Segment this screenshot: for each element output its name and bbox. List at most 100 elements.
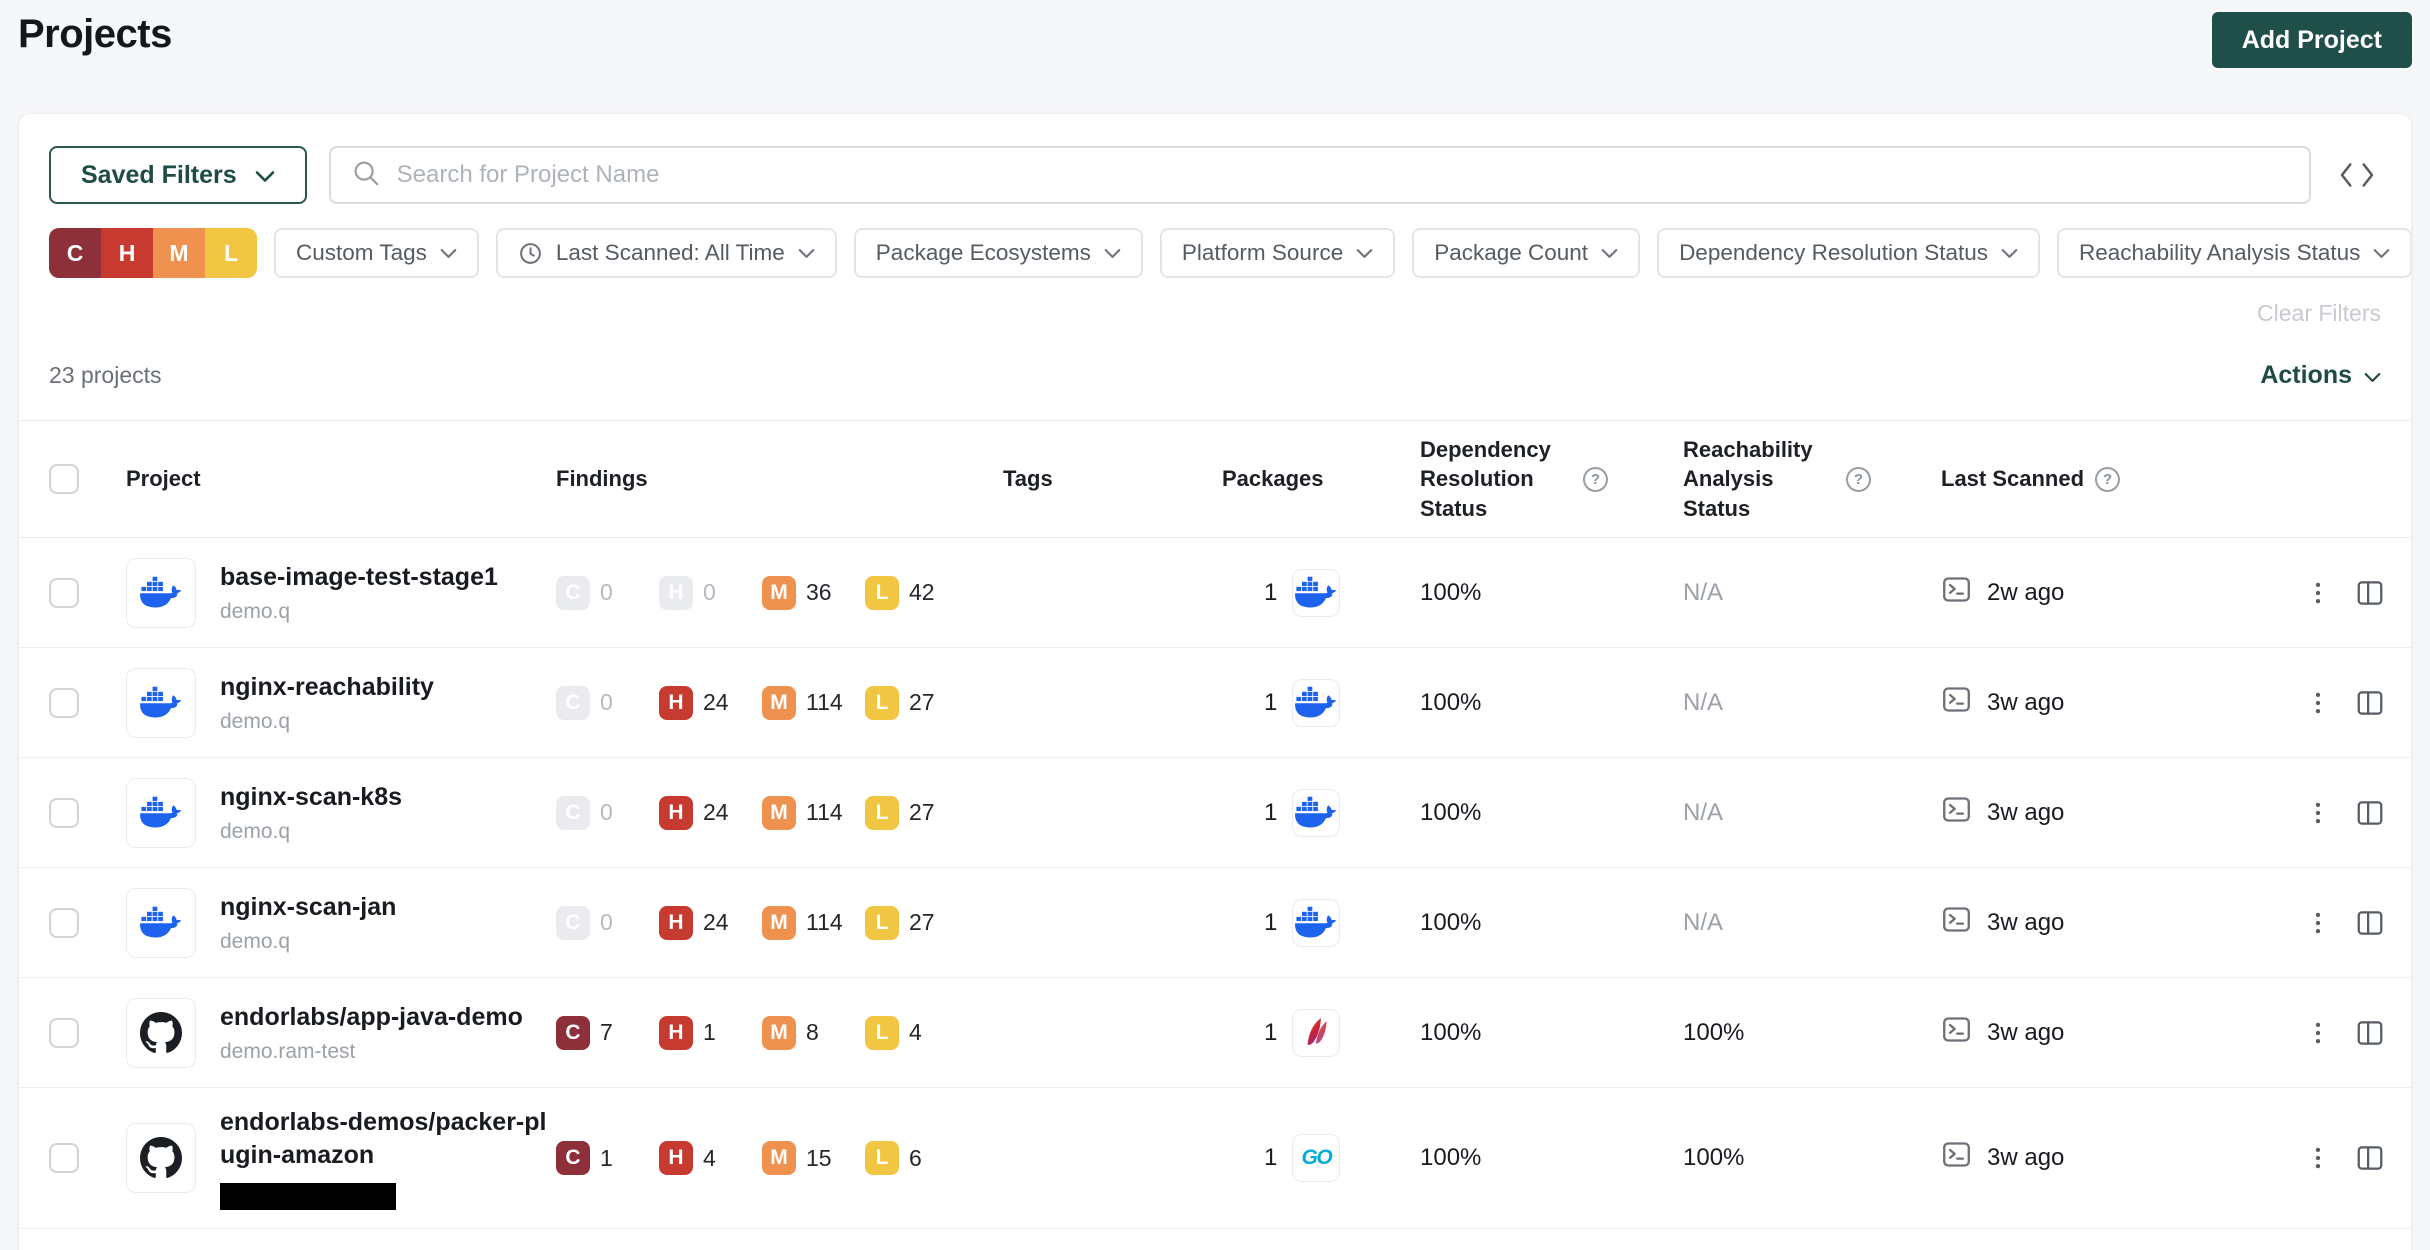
severity-filter-high[interactable]: H xyxy=(101,228,153,278)
finding-high: H24 xyxy=(659,906,762,940)
severity-critical-badge: C xyxy=(556,1141,590,1175)
packages-cell: 1 xyxy=(1222,899,1420,947)
project-name[interactable]: nginx-scan-jan xyxy=(220,891,396,924)
row-side-panel-icon[interactable] xyxy=(2343,1018,2411,1048)
go-ecosystem-icon: GO xyxy=(1292,1134,1340,1182)
project-cell: endorlabs-demos/packer-plugin-amazon xyxy=(126,1106,556,1210)
severity-critical-badge: C xyxy=(556,576,590,610)
scan-terminal-icon xyxy=(1941,794,1972,832)
severity-low-badge: L xyxy=(865,906,899,940)
row-checkbox[interactable] xyxy=(49,1018,79,1048)
reachability-analysis-value: N/A xyxy=(1683,799,1941,827)
row-menu-kebab-icon[interactable] xyxy=(2293,910,2343,936)
row-side-panel-icon[interactable] xyxy=(2343,578,2411,608)
severity-medium-badge: M xyxy=(762,576,796,610)
finding-high: H24 xyxy=(659,686,762,720)
findings-cell: C0H0M36L42 xyxy=(556,576,1003,610)
column-header-reachability-analysis: Reachability Analysis Status xyxy=(1683,435,1835,522)
severity-filter-critical[interactable]: C xyxy=(49,228,101,278)
row-side-panel-icon[interactable] xyxy=(2343,798,2411,828)
finding-count: 4 xyxy=(909,1019,922,1046)
finding-count: 27 xyxy=(909,909,935,936)
redacted-namespace xyxy=(220,1183,396,1210)
row-menu-kebab-icon[interactable] xyxy=(2293,690,2343,716)
project-name[interactable]: endorlabs-demos/packer-plugin-amazon xyxy=(220,1106,552,1171)
project-name[interactable]: nginx-reachability xyxy=(220,671,434,704)
project-name[interactable]: nginx-scan-k8s xyxy=(220,781,402,814)
search-icon xyxy=(351,158,381,193)
docker-icon xyxy=(126,558,196,628)
help-icon[interactable]: ? xyxy=(2095,467,2120,492)
row-menu-kebab-icon[interactable] xyxy=(2293,800,2343,826)
add-project-button[interactable]: Add Project xyxy=(2212,12,2412,68)
row-menu-kebab-icon[interactable] xyxy=(2293,1020,2343,1046)
finding-count: 27 xyxy=(909,689,935,716)
finding-low: L42 xyxy=(865,576,968,610)
docker-icon xyxy=(126,778,196,848)
column-header-findings: Findings xyxy=(556,466,648,492)
column-header-dependency-resolution: Dependency Resolution Status xyxy=(1420,435,1572,522)
actions-button[interactable]: Actions xyxy=(2260,361,2381,390)
row-side-panel-icon[interactable] xyxy=(2343,908,2411,938)
finding-medium: M114 xyxy=(762,686,865,720)
filter-dropdown-dependency-resolution-status[interactable]: Dependency Resolution Status xyxy=(1657,228,2040,278)
row-checkbox[interactable] xyxy=(49,798,79,828)
row-menu-kebab-icon[interactable] xyxy=(2293,580,2343,606)
filter-dropdown-package-count[interactable]: Package Count xyxy=(1412,228,1640,278)
row-checkbox[interactable] xyxy=(49,578,79,608)
findings-cell: C0H24M114L27 xyxy=(556,906,1003,940)
finding-count: 0 xyxy=(600,909,613,936)
project-cell: nginx-reachability demo.q xyxy=(126,668,556,738)
docker-ecosystem-icon xyxy=(1292,789,1340,837)
help-icon[interactable]: ? xyxy=(1846,467,1871,492)
finding-count: 15 xyxy=(806,1145,832,1172)
select-all-checkbox[interactable] xyxy=(49,464,79,494)
package-count: 1 xyxy=(1264,799,1277,827)
filter-label: Custom Tags xyxy=(296,240,427,266)
row-checkbox[interactable] xyxy=(49,1143,79,1173)
row-checkbox[interactable] xyxy=(49,908,79,938)
project-count: 23 projects xyxy=(49,362,162,389)
filter-dropdown-reachability-analysis-status[interactable]: Reachability Analysis Status xyxy=(2057,228,2412,278)
chevron-down-icon xyxy=(1601,248,1618,259)
last-scanned-cell: 3w ago xyxy=(1941,1139,2293,1177)
finding-critical: C7 xyxy=(556,1016,659,1050)
filter-dropdown-platform-source[interactable]: Platform Source xyxy=(1160,228,1395,278)
severity-filter-medium[interactable]: M xyxy=(153,228,205,278)
filter-dropdown-custom-tags[interactable]: Custom Tags xyxy=(274,228,479,278)
severity-low-badge: L xyxy=(865,1141,899,1175)
package-count: 1 xyxy=(1264,1019,1277,1047)
saved-filters-button[interactable]: Saved Filters xyxy=(49,146,307,204)
filter-dropdowns: Custom Tags Last Scanned: All Time Package… xyxy=(274,228,2412,278)
help-icon[interactable]: ? xyxy=(1583,467,1608,492)
finding-count: 24 xyxy=(703,689,729,716)
severity-filter-low[interactable]: L xyxy=(205,228,257,278)
filter-dropdown-last-scanned-all-time[interactable]: Last Scanned: All Time xyxy=(496,228,837,278)
projects-table: Project Findings Tags Packages Dependenc… xyxy=(19,420,2411,1229)
row-side-panel-icon[interactable] xyxy=(2343,1143,2411,1173)
clock-icon xyxy=(518,241,543,266)
severity-critical-badge: C xyxy=(556,1016,590,1050)
docker-ecosystem-icon xyxy=(1292,679,1340,727)
severity-critical-badge: C xyxy=(556,906,590,940)
finding-high: H4 xyxy=(659,1141,762,1175)
severity-filter-group: CHML xyxy=(49,228,257,278)
filter-dropdown-package-ecosystems[interactable]: Package Ecosystems xyxy=(854,228,1143,278)
project-name[interactable]: endorlabs/app-java-demo xyxy=(220,1001,523,1034)
table-row: endorlabs-demos/packer-plugin-amazon C1H… xyxy=(19,1088,2411,1229)
packages-cell: 1 xyxy=(1222,679,1420,727)
chevron-down-icon xyxy=(2001,248,2018,259)
search-input[interactable] xyxy=(397,161,2289,189)
filters-section: Saved Filters CHML Custom Tags Last Scann… xyxy=(19,114,2411,420)
column-header-tags: Tags xyxy=(1003,466,1053,492)
scan-terminal-icon xyxy=(1941,904,1972,942)
project-namespace: demo.q xyxy=(220,820,402,844)
row-side-panel-icon[interactable] xyxy=(2343,688,2411,718)
code-query-icon[interactable] xyxy=(2333,146,2381,204)
dependency-resolution-value: 100% xyxy=(1420,579,1683,607)
row-menu-kebab-icon[interactable] xyxy=(2293,1145,2343,1171)
severity-high-badge: H xyxy=(659,906,693,940)
clear-filters-button[interactable]: Clear Filters xyxy=(2257,300,2381,327)
project-name[interactable]: base-image-test-stage1 xyxy=(220,561,498,594)
row-checkbox[interactable] xyxy=(49,688,79,718)
